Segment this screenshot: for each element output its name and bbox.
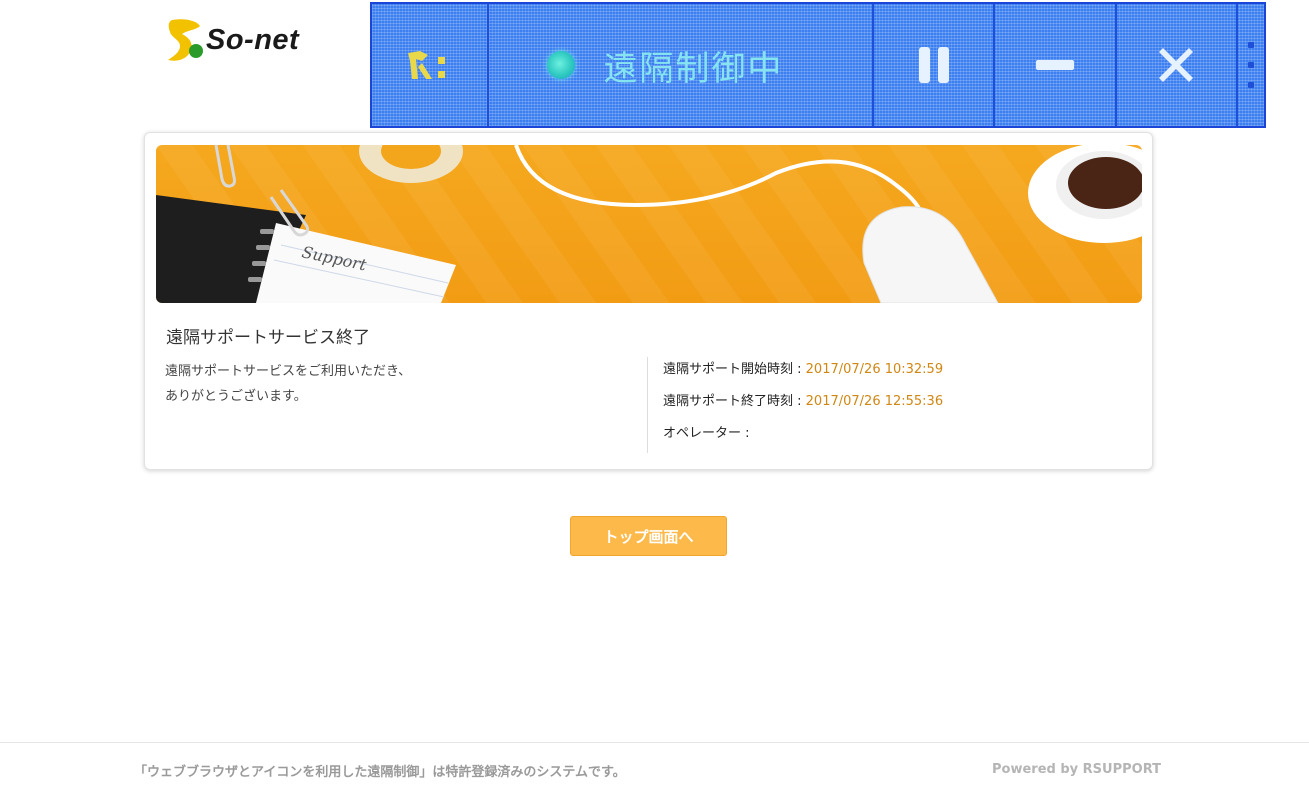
sonet-logo-icon <box>168 19 203 61</box>
logo-text: So-net <box>206 24 300 56</box>
start-time-row: 遠隔サポート開始時刻 : 2017/07/26 10:32:59 <box>663 359 943 391</box>
go-to-top-button[interactable]: トップ画面へ <box>570 516 727 556</box>
end-time-label: 遠隔サポート終了時刻 : <box>663 394 806 409</box>
operator-row: オペレーター : <box>663 423 943 455</box>
minimize-icon <box>1035 60 1074 70</box>
grip-icon <box>1248 42 1255 48</box>
thank-you-message: 遠隔サポートサービスをご利用いただき、 ありがとうございます。 <box>165 359 635 409</box>
powered-by: Powered by RSUPPORT <box>992 762 1161 777</box>
operator-label: オペレーター : <box>663 426 750 441</box>
minimize-button[interactable] <box>995 4 1117 126</box>
toolbar-drag-handle[interactable] <box>1238 4 1264 126</box>
footer-divider <box>0 742 1309 743</box>
start-time-label: 遠隔サポート開始時刻 : <box>663 362 806 377</box>
sonet-logo: So-net <box>166 18 336 64</box>
session-end-card: Support 遠隔サポートサービス終了 遠隔サポートサービスをご利用いただき、… <box>144 132 1153 470</box>
session-info: 遠隔サポート開始時刻 : 2017/07/26 10:32:59 遠隔サポート終… <box>663 359 943 455</box>
start-time-value: 2017/07/26 10:32:59 <box>805 362 944 377</box>
pause-icon <box>918 47 949 83</box>
close-button[interactable] <box>1117 4 1239 126</box>
banner-illustration: Support <box>156 145 1142 303</box>
close-icon <box>1159 48 1194 82</box>
pause-button[interactable] <box>874 4 996 126</box>
grip-icon <box>1248 82 1255 88</box>
end-time-row: 遠隔サポート終了時刻 : 2017/07/26 12:55:36 <box>663 391 943 423</box>
support-banner-image: Support <box>156 145 1142 303</box>
message-line-1: 遠隔サポートサービスをご利用いただき、 <box>165 364 412 379</box>
column-divider <box>647 357 648 453</box>
remote-status-label: 遠隔制御中 <box>603 48 784 89</box>
toolbar-status-segment: 遠隔制御中 <box>489 4 874 126</box>
patent-notice: 「ウェブブラウザとアイコンを利用した遠隔制御」は特許登録済みのシステムです。 <box>134 765 626 780</box>
grip-icon <box>1248 62 1255 68</box>
status-dot-icon <box>547 51 576 79</box>
rsupport-logo-icon <box>407 51 445 79</box>
message-line-2: ありがとうございます。 <box>165 389 307 404</box>
end-time-value: 2017/07/26 12:55:36 <box>805 394 944 409</box>
card-title: 遠隔サポートサービス終了 <box>166 328 370 348</box>
remote-control-toolbar[interactable]: 遠隔制御中 <box>370 2 1266 128</box>
toolbar-logo-segment <box>372 4 490 126</box>
